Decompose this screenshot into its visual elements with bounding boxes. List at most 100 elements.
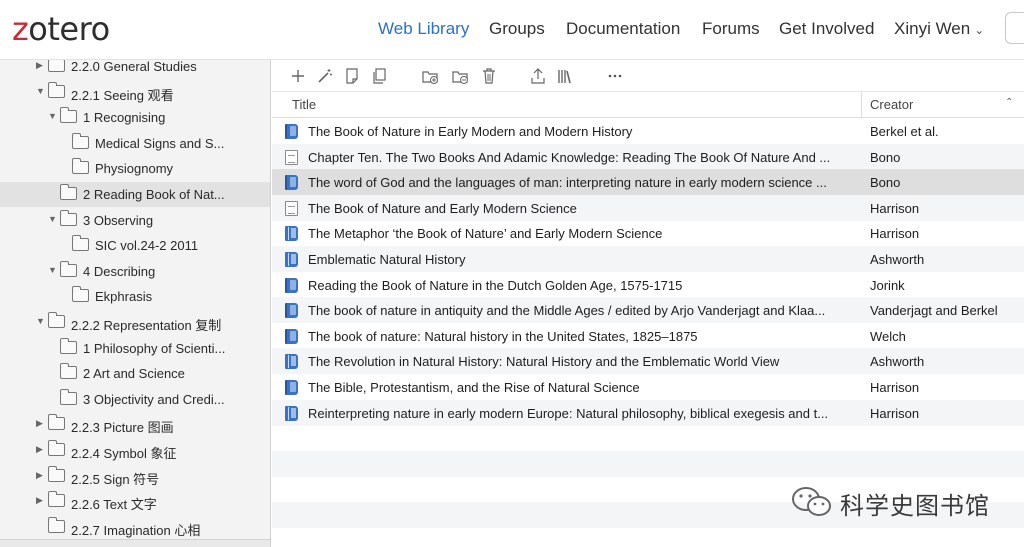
sidebar-collection[interactable]: SIC vol.24-2 2011 — [0, 233, 270, 258]
folder-icon — [71, 235, 89, 252]
empty-table-row — [272, 450, 1024, 477]
collapse-arrow-icon[interactable]: ▼ — [48, 214, 58, 224]
expand-arrow-icon[interactable]: ▶ — [36, 470, 46, 481]
duplicate-icon[interactable] — [370, 67, 388, 85]
sidebar-collection[interactable]: ▼ 2.2.2 Representation 复制 — [0, 310, 270, 335]
wechat-icon — [792, 487, 831, 516]
folder-icon — [47, 465, 65, 482]
magic-wand-icon[interactable] — [316, 67, 334, 85]
expand-arrow-icon[interactable]: ▶ — [36, 495, 46, 506]
collapse-arrow-icon[interactable]: ▼ — [36, 316, 46, 326]
book-icon — [285, 405, 298, 421]
add-to-collection-icon[interactable] — [421, 67, 439, 85]
item-title: The Book of Nature and Early Modern Scie… — [308, 200, 577, 216]
trash-icon[interactable] — [480, 67, 498, 85]
sidebar-collection[interactable]: 2 Reading Book of Nat... — [0, 182, 270, 207]
sidebar-collection-label: 4 Describing — [83, 263, 156, 279]
sidebar-collection[interactable]: ▼ 1 Recognising — [0, 105, 270, 130]
table-row[interactable]: The book of nature in antiquity and the … — [272, 297, 1024, 324]
table-row[interactable]: Reading the Book of Nature in the Dutch … — [272, 272, 1024, 298]
sidebar-collection-label: 2.2.6 Text 文字 — [71, 497, 157, 513]
column-header-title[interactable]: Title — [292, 97, 316, 112]
expand-arrow-icon[interactable]: ▶ — [36, 60, 46, 71]
chevron-down-icon: ⌄ — [974, 23, 985, 37]
sidebar-collection[interactable]: ▼ 3 Observing — [0, 208, 270, 233]
expand-arrow-icon[interactable]: ▶ — [36, 444, 46, 455]
table-row[interactable]: Chapter Ten. The Two Books And Adamic Kn… — [272, 143, 1024, 170]
sidebar-collection-label: 2.2.5 Sign 符号 — [71, 471, 160, 487]
collapse-arrow-icon[interactable]: ▼ — [48, 265, 58, 275]
item-creator: Bono — [870, 175, 901, 191]
collapse-arrow-icon[interactable]: ▼ — [36, 86, 46, 96]
sidebar-collection[interactable]: 2 Art and Science — [0, 361, 270, 386]
sidebar-collection[interactable]: 2.2.7 Imagination 心相 — [0, 515, 270, 540]
nav-web-library[interactable]: Web Library — [378, 19, 469, 39]
table-row[interactable]: Emblematic Natural History Ashworth — [272, 246, 1024, 272]
new-note-icon[interactable] — [343, 67, 361, 85]
sidebar-collection[interactable]: ▶ 2.2.4 Symbol 象征 — [0, 438, 270, 463]
sidebar-collection[interactable]: ▼ 4 Describing — [0, 259, 270, 284]
table-row[interactable]: The Revolution in Natural History: Natur… — [272, 348, 1024, 375]
document-icon — [285, 149, 298, 165]
remove-from-collection-icon[interactable] — [451, 67, 469, 85]
sidebar-collection-label: SIC vol.24-2 2011 — [95, 238, 199, 254]
folder-icon — [48, 60, 65, 72]
sidebar-collection-label: 2.2.1 Seeing 观看 — [71, 87, 174, 103]
folder-icon — [47, 81, 65, 98]
sort-ascending-icon[interactable]: ⌃ — [1005, 97, 1013, 108]
column-divider[interactable] — [861, 92, 862, 118]
item-title: The Metaphor ‘the Book of Nature’ and Ea… — [308, 226, 663, 242]
column-header-creator[interactable]: Creator — [870, 97, 913, 112]
items-table: The Book of Nature in Early Modern and M… — [272, 118, 1024, 547]
table-row[interactable]: The Book of Nature in Early Modern and M… — [272, 118, 1024, 144]
library-icon[interactable] — [556, 67, 574, 85]
item-title: Reinterpreting nature in early modern Eu… — [308, 405, 829, 421]
sidebar-collection-label: 2.2.4 Symbol 象征 — [71, 446, 177, 461]
sidebar-collection-label: 2 Reading Book of Nat... — [83, 187, 225, 202]
sidebar-collection[interactable]: ▶ 2.2.3 Picture 图画 — [0, 412, 270, 437]
sidebar-collection[interactable]: Medical Signs and S... — [0, 131, 270, 156]
export-icon[interactable] — [529, 67, 547, 85]
expand-arrow-icon[interactable]: ▶ — [36, 418, 46, 429]
sidebar-collection[interactable]: ▶ 2.2.5 Sign 符号 — [0, 464, 270, 489]
folder-icon — [47, 312, 65, 328]
sidebar-collection-label: Ekphrasis — [95, 289, 153, 305]
sidebar-collection[interactable]: ▶ 2.2.6 Text 文字 — [0, 489, 270, 514]
sidebar-collection[interactable]: Ekphrasis — [0, 284, 270, 309]
book-icon — [285, 354, 298, 370]
table-row[interactable]: The Book of Nature and Early Modern Scie… — [272, 194, 1024, 221]
search-input[interactable] — [1005, 12, 1024, 44]
nav-documentation[interactable]: Documentation — [566, 19, 680, 39]
sidebar-scrollbar[interactable] — [0, 539, 270, 547]
sidebar-collection[interactable]: ▼ 2.2.1 Seeing 观看 — [0, 80, 270, 105]
sidebar-collection[interactable]: ▶ 2.2.0 General Studies — [0, 60, 270, 79]
folder-icon — [47, 516, 65, 533]
collection-tree: 2.2.7 Imagination 心相 ▶ 2.2.6 Text 文字 ▶ 2.2.5… — [0, 60, 271, 547]
sidebar-collection-label: 2.2.0 General Studies — [71, 60, 197, 74]
table-row[interactable]: The book of nature: Natural history in t… — [272, 323, 1024, 349]
zotero-logo[interactable]: zotero — [12, 10, 110, 48]
plus-icon[interactable] — [289, 67, 307, 85]
folder-icon — [59, 184, 77, 200]
item-title: Chapter Ten. The Two Books And Adamic Kn… — [308, 149, 831, 165]
table-row[interactable]: Reinterpreting nature in early modern Eu… — [272, 399, 1024, 426]
table-row[interactable]: The word of God and the languages of man… — [272, 169, 1024, 196]
folder-icon — [47, 414, 65, 431]
sidebar-collection-label: Physiognomy — [95, 161, 174, 177]
table-row[interactable]: The Metaphor ‘the Book of Nature’ and Ea… — [272, 220, 1024, 246]
sidebar-collection[interactable]: 1 Philosophy of Scienti... — [0, 336, 270, 361]
nav-get-involved[interactable]: Get Involved — [779, 19, 874, 39]
book-icon — [285, 277, 298, 293]
book-icon — [285, 328, 298, 344]
table-row[interactable]: The Bible, Protestantism, and the Rise o… — [272, 374, 1024, 400]
watermark-text: 科学史图书馆 — [840, 492, 990, 520]
collapse-arrow-icon[interactable]: ▼ — [48, 111, 58, 121]
sidebar-collection-label: 3 Observing — [83, 212, 154, 228]
sidebar-collection[interactable]: Physiognomy — [0, 156, 270, 181]
nav-groups[interactable]: Groups — [489, 19, 545, 39]
sidebar-collection-label: 1 Recognising — [83, 110, 166, 126]
more-icon[interactable] — [606, 67, 624, 85]
sidebar-collection[interactable]: 3 Objectivity and Credi... — [0, 387, 270, 412]
nav-forums[interactable]: Forums — [702, 19, 760, 39]
user-menu[interactable]: Xinyi Wen ⌄ — [894, 19, 984, 39]
